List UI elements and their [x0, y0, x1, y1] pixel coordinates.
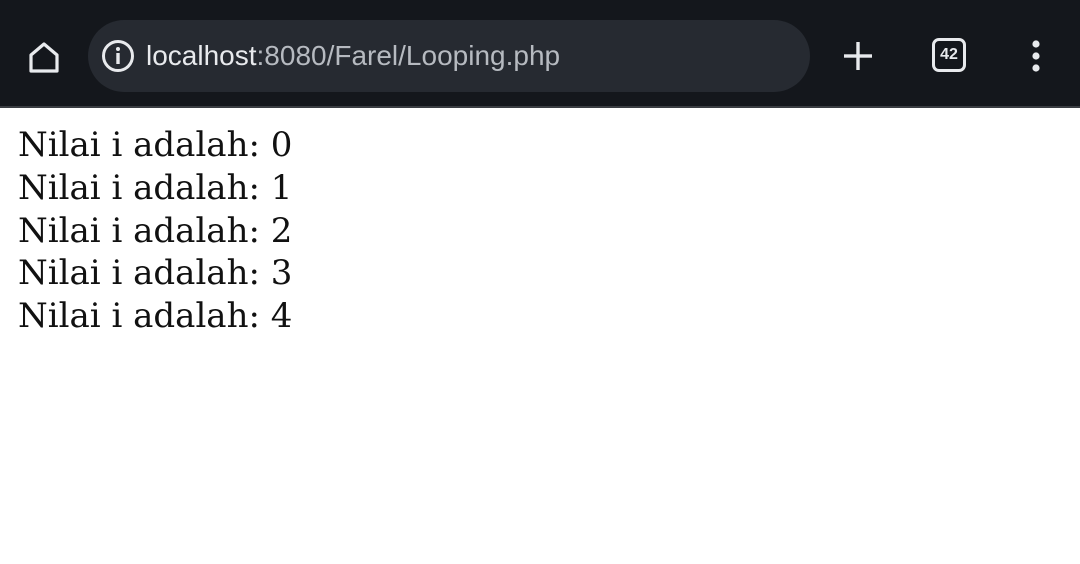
more-vert-icon	[1032, 40, 1040, 72]
tab-count: 42	[940, 46, 958, 63]
menu-button[interactable]	[1016, 34, 1056, 78]
output-line: Nilai i adalah: 3	[18, 253, 293, 294]
output-line: Nilai i adalah: 1	[18, 167, 293, 208]
output-line: Nilai i adalah: 4	[18, 296, 293, 337]
output-line: Nilai i adalah: 2	[18, 210, 293, 251]
home-icon	[29, 42, 59, 73]
tab-switcher-button[interactable]: 42	[932, 38, 966, 72]
url-host: localhost	[146, 40, 257, 71]
plus-icon	[844, 42, 872, 70]
info-icon	[102, 40, 134, 72]
url-text[interactable]: localhost:8080/Farel/Looping.php	[146, 39, 560, 73]
browser-toolbar: localhost:8080/Farel/Looping.php 42	[0, 0, 1080, 108]
output-line: Nilai i adalah: 0	[18, 125, 293, 165]
site-info-button[interactable]	[100, 38, 136, 74]
new-tab-button[interactable]	[836, 34, 880, 78]
home-button[interactable]	[20, 34, 68, 80]
address-bar[interactable]: localhost:8080/Farel/Looping.php	[88, 20, 810, 92]
page-content: Nilai i adalah: 0 Nilai i adalah: 1 Nila…	[18, 124, 1062, 338]
url-path: :8080/Farel/Looping.php	[256, 40, 561, 71]
